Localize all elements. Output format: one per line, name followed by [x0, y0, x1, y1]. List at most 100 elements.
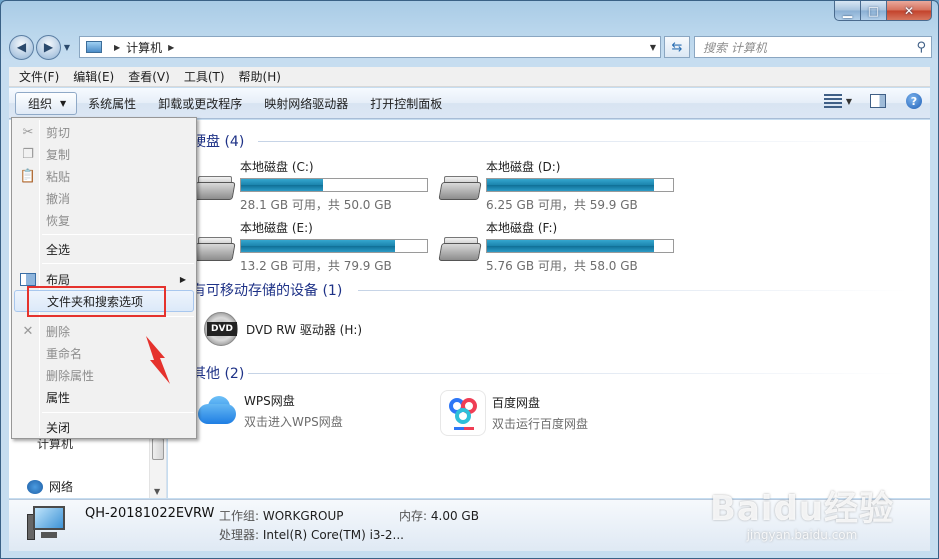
item-wps-netdisk[interactable]: WPS网盘 双击进入WPS网盘: [194, 392, 343, 430]
menu-item-label: 关闭: [46, 420, 71, 435]
view-dropdown-icon[interactable]: ▼: [846, 97, 852, 106]
workgroup-value: WORKGROUP: [262, 509, 344, 523]
back-arrow-icon: ◀: [16, 40, 27, 54]
paste-icon: 📋: [19, 168, 37, 184]
group-header-other[interactable]: 其他 (2): [192, 363, 244, 383]
wps-cloud-icon: [194, 392, 238, 426]
menu-item-undo[interactable]: 撤消: [14, 187, 194, 209]
open-control-panel-button[interactable]: 打开控制面板: [359, 92, 453, 115]
dvd-drive-icon: DVD: [204, 312, 238, 346]
copy-icon: ❐: [22, 146, 34, 162]
layout-icon: [20, 271, 36, 287]
group-divider: [258, 141, 908, 142]
breadcrumb-computer[interactable]: 计算机: [126, 39, 162, 56]
workgroup-info: 工作组: WORKGROUP: [219, 507, 344, 524]
menu-item-close[interactable]: 关闭: [14, 416, 194, 438]
command-bar: 组织 ▼ 系统属性 卸载或更改程序 映射网络驱动器 打开控制面板 ▼ ?: [9, 88, 930, 119]
menu-separator: [42, 234, 194, 235]
forward-arrow-icon: ▶: [43, 40, 54, 54]
menu-item-label: 剪切: [46, 125, 71, 140]
close-button[interactable]: ✕: [887, 1, 932, 21]
nav-item-network[interactable]: 网络: [27, 478, 73, 495]
system-properties-button[interactable]: 系统属性: [77, 92, 147, 115]
drive-name: 本地磁盘 (D:): [486, 160, 561, 174]
preview-pane-icon[interactable]: [870, 94, 886, 108]
map-network-drive-button[interactable]: 映射网络驱动器: [253, 92, 359, 115]
drive-c[interactable]: 本地磁盘 (C:) 28.1 GB 可用，共 50.0 GB: [192, 158, 428, 213]
organize-label: 组织: [28, 96, 53, 111]
recent-pages-dropdown[interactable]: ▼: [61, 43, 73, 52]
free-space-text: 6.25 GB 可用，共 59.9 GB: [486, 198, 638, 212]
annotation-highlight-box: [27, 286, 166, 317]
breadcrumb-chevron-icon[interactable]: ▶: [168, 43, 174, 52]
memory-info: 内存: 4.00 GB: [399, 507, 479, 524]
group-divider: [358, 290, 908, 291]
group-header-removable[interactable]: 有可移动存储的设备 (1): [192, 280, 342, 300]
menu-file[interactable]: 文件(F): [12, 68, 66, 85]
menu-item-label: 全选: [46, 242, 71, 257]
delete-x-icon: ✕: [22, 323, 34, 339]
minimize-icon: ▁: [842, 3, 853, 18]
menu-item-paste[interactable]: 📋 粘贴: [14, 165, 194, 187]
free-space-text: 5.76 GB 可用，共 58.0 GB: [486, 259, 638, 273]
drive-e[interactable]: 本地磁盘 (E:) 13.2 GB 可用，共 79.9 GB: [192, 219, 428, 274]
memory-label: 内存:: [399, 509, 428, 523]
annotation-arrow-icon: [146, 336, 170, 384]
menu-bar: 文件(F) 编辑(E) 查看(V) 工具(T) 帮助(H): [9, 67, 930, 87]
address-bar[interactable]: ▶ 计算机 ▶ ▼: [79, 36, 661, 58]
command-bar-right: ▼ ?: [823, 93, 922, 109]
menu-edit[interactable]: 编辑(E): [66, 68, 121, 85]
computer-icon: [86, 41, 102, 53]
drive-name: DVD RW 驱动器 (H:): [246, 322, 363, 337]
network-icon: [27, 479, 43, 494]
uninstall-program-button[interactable]: 卸载或更改程序: [147, 92, 253, 115]
hard-drive-icon: [438, 176, 482, 204]
usage-bar: [240, 178, 428, 192]
menu-separator: [42, 263, 194, 264]
cpu-info: 处理器: Intel(R) Core(TM) i3-2...: [219, 526, 404, 543]
drive-d[interactable]: 本地磁盘 (D:) 6.25 GB 可用，共 59.9 GB: [438, 158, 674, 213]
menu-item-select-all[interactable]: 全选: [14, 238, 194, 260]
menu-item-label: 恢复: [46, 213, 71, 228]
nav-network-label: 网络: [49, 480, 74, 494]
change-view-icon[interactable]: [823, 94, 842, 108]
menu-item-redo[interactable]: 恢复: [14, 209, 194, 231]
scissors-icon: ✂: [22, 124, 34, 140]
menu-item-label: 撤消: [46, 191, 71, 206]
menu-item-label: 属性: [46, 390, 71, 405]
menu-item-cut[interactable]: ✂ 剪切: [14, 121, 194, 143]
maximize-button[interactable]: □: [861, 1, 887, 21]
drive-dvd[interactable]: DVD DVD RW 驱动器 (H:): [204, 312, 362, 346]
hard-drive-icon: [192, 176, 236, 204]
help-icon[interactable]: ?: [906, 93, 922, 109]
address-dropdown-icon[interactable]: ▼: [650, 43, 656, 52]
breadcrumb-chevron-icon[interactable]: ▶: [114, 43, 120, 52]
menu-item-label: 删除: [46, 324, 71, 339]
forward-button[interactable]: ▶: [36, 34, 61, 60]
hard-drive-icon: [192, 237, 236, 265]
group-header-hdd[interactable]: 硬盘 (4): [192, 131, 244, 151]
menu-separator: [42, 412, 194, 413]
search-input[interactable]: 搜索 计算机 ⚲: [694, 36, 932, 58]
menu-tools[interactable]: 工具(T): [177, 68, 232, 85]
drive-name: 本地磁盘 (E:): [240, 221, 313, 235]
menu-item-label: 重命名: [46, 346, 83, 361]
refresh-button[interactable]: ⇆: [664, 36, 690, 58]
drive-f[interactable]: 本地磁盘 (F:) 5.76 GB 可用，共 58.0 GB: [438, 219, 674, 274]
item-baidu-netdisk[interactable]: 百度网盘 双击运行百度网盘: [440, 390, 588, 436]
item-name: 百度网盘: [492, 396, 541, 410]
workgroup-label: 工作组:: [219, 509, 260, 523]
minimize-button[interactable]: ▁: [834, 1, 861, 21]
organize-button[interactable]: 组织 ▼: [15, 91, 78, 115]
search-icon[interactable]: ⚲: [916, 40, 926, 55]
menu-item-label: 布局: [46, 272, 71, 287]
baidu-netdisk-icon: [440, 390, 486, 436]
menu-item-label: 删除属性: [46, 368, 95, 383]
free-space-text: 28.1 GB 可用，共 50.0 GB: [240, 198, 392, 212]
menu-item-copy[interactable]: ❐ 复制: [14, 143, 194, 165]
menu-view[interactable]: 查看(V): [121, 68, 177, 85]
menu-help[interactable]: 帮助(H): [232, 68, 288, 85]
back-button[interactable]: ◀: [9, 34, 34, 60]
scrollbar-thumb[interactable]: [152, 438, 164, 460]
scroll-down-icon[interactable]: ▼: [154, 487, 160, 496]
